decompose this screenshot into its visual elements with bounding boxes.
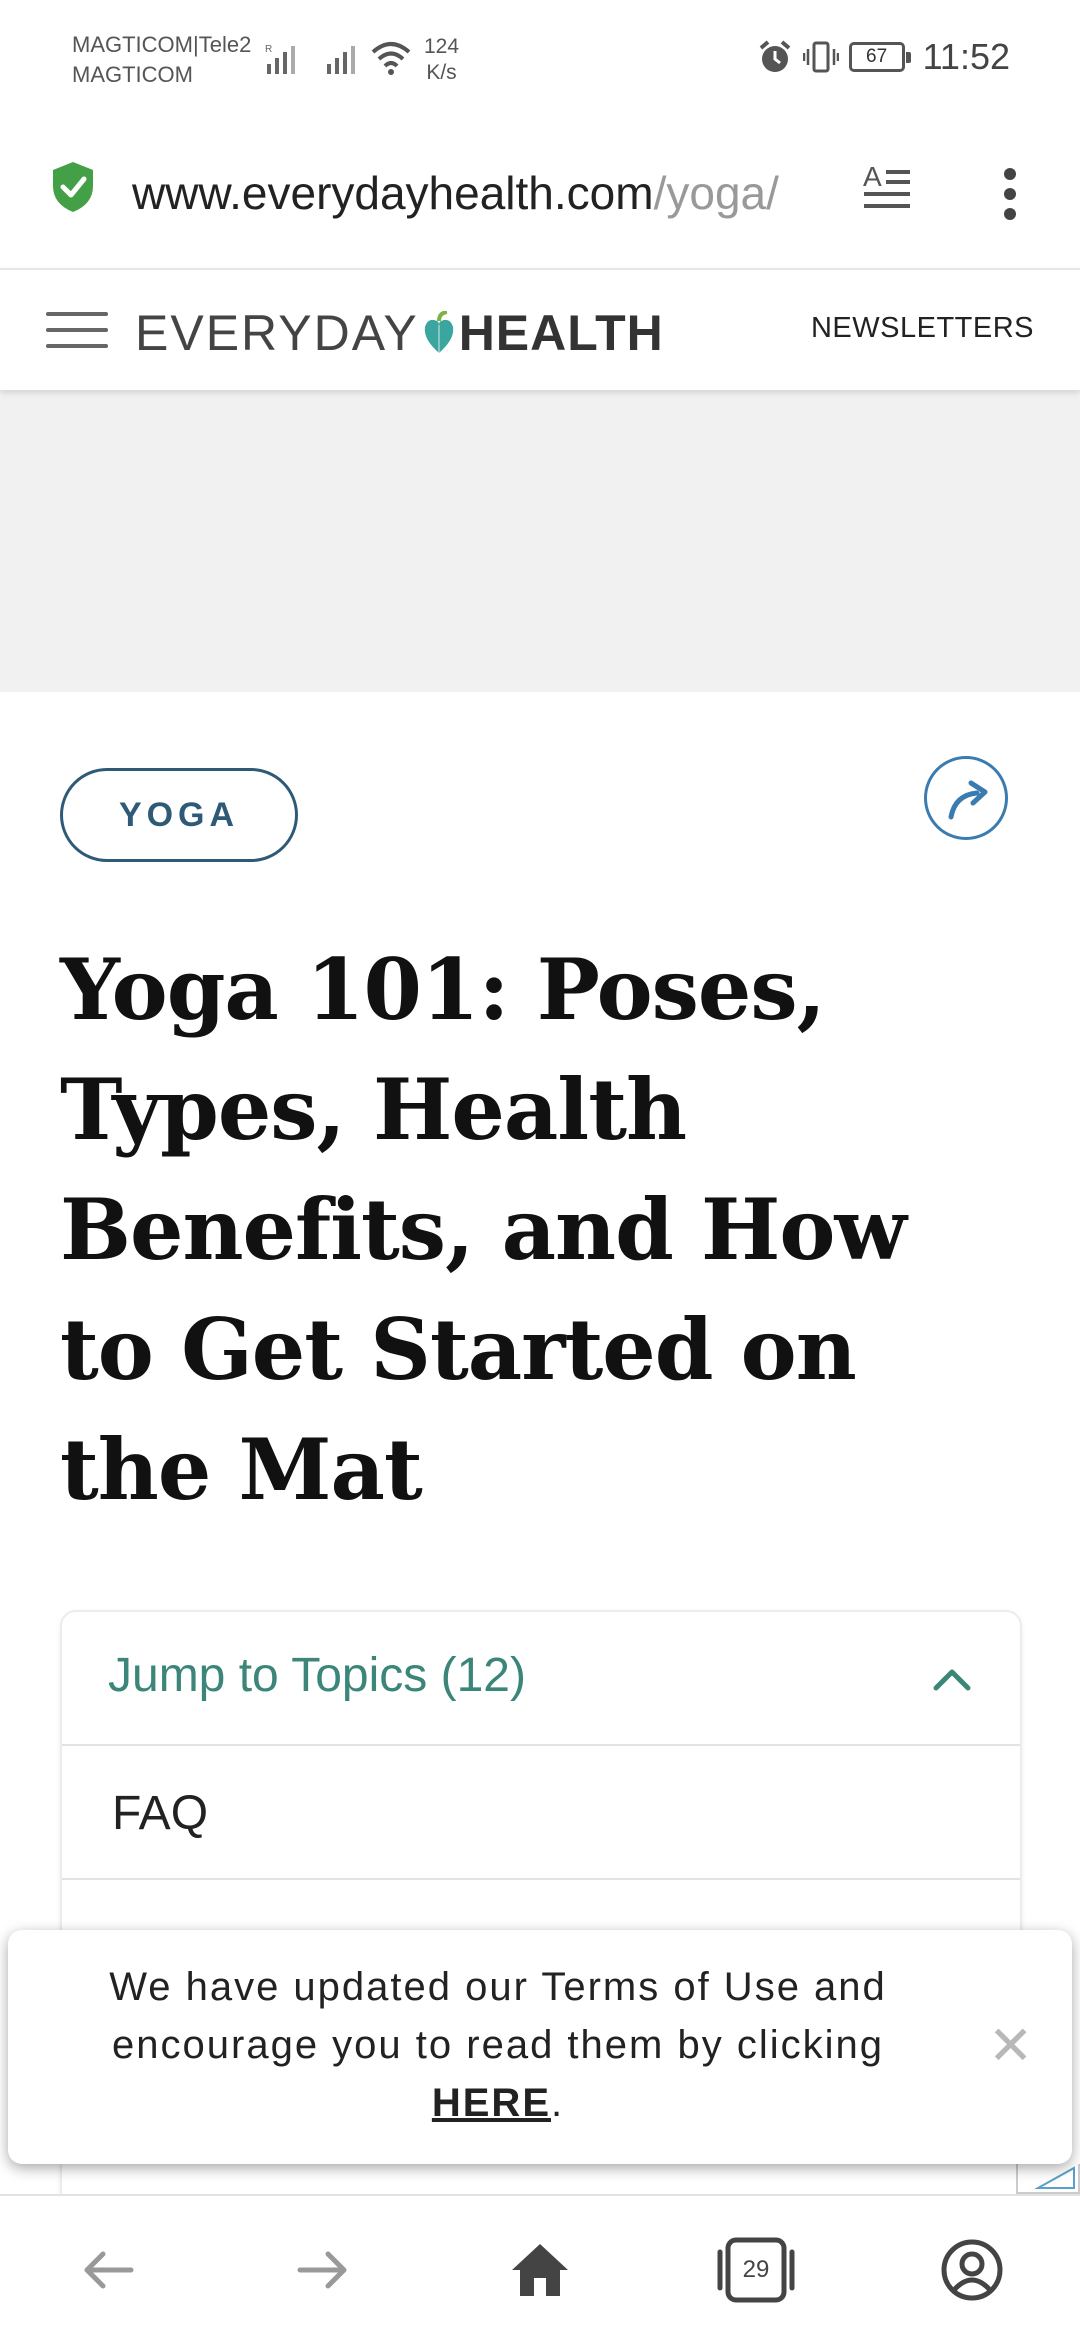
logo-text-everyday: EVERYDAY [135,305,419,361]
battery-icon: 67 [848,42,911,72]
carrier-bottom: MAGTICOM [72,62,193,87]
browser-address-bar: www.everydayhealth.com/yoga/ A [0,120,1080,270]
toc-item-faq[interactable]: FAQ [62,1746,1020,1880]
share-button[interactable] [924,756,1008,840]
status-bar: MAGTICOM|Tele2 MAGTICOM R 124 K/s 67 11:… [0,0,1080,120]
back-button[interactable] [68,2230,148,2310]
home-icon [512,2244,568,2296]
back-arrow-icon [84,2251,134,2289]
jump-to-topics-title: Jump to Topics (12) [108,1649,526,1702]
vibrate-icon [802,41,839,73]
newsletters-link[interactable]: NEWSLETTERS [811,312,1034,345]
secure-shield-icon[interactable] [50,160,96,214]
browser-menu-button[interactable] [990,160,1030,230]
ad-choices-icon[interactable] [1016,2164,1080,2194]
url-path: /yoga/ [653,167,779,219]
profile-button[interactable] [932,2230,1012,2310]
terms-of-use-banner: We have updated our Terms of Use and enc… [8,1930,1072,2164]
logo-heart-icon [424,311,453,353]
chevron-up-icon[interactable] [930,1658,974,1702]
browser-bottom-nav: 29 [0,2194,1080,2340]
forward-arrow-icon [297,2251,347,2289]
svg-text:R: R [265,44,272,55]
carrier-names: MAGTICOM|Tele2 MAGTICOM [72,30,251,90]
logo-text-health: HEALTH [458,305,664,361]
signal-icon-2 [327,46,355,74]
net-speed: 124 K/s [424,34,459,86]
jump-to-topics-header[interactable]: Jump to Topics (12) [62,1612,1020,1746]
account-icon [941,2239,1003,2301]
net-speed-unit: K/s [426,61,457,84]
article-title: Yoga 101: Poses, Types, Health Benefits,… [60,940,907,1519]
terms-message: We have updated our Terms of Use and enc… [48,1958,948,2132]
ad-placeholder [0,390,1080,692]
clock: 11:52 [922,36,1010,77]
status-right: 67 11:52 [757,36,1010,78]
tabs-count: 29 [742,2256,770,2283]
everyday-health-logo[interactable]: EVERYDAY HEALTH [135,298,664,368]
signal-icon-1: R [265,44,295,74]
terms-text: We have updated our Terms of Use and enc… [109,1965,887,2067]
terms-suffix: . [551,2081,565,2125]
url-field[interactable]: www.everydayhealth.com/yoga/ [132,158,832,228]
carrier-top: MAGTICOM|Tele2 [72,32,252,57]
hamburger-menu-icon[interactable] [46,312,108,352]
terms-here-link[interactable]: HERE [432,2081,551,2125]
category-tag-yoga[interactable]: YOGA [60,768,298,862]
share-arrow-icon [948,780,988,820]
tabs-button[interactable]: 29 [716,2230,796,2310]
alarm-icon [759,40,790,72]
reader-mode-icon[interactable]: A [860,160,914,214]
toc-item-label: FAQ [112,1787,209,1840]
net-speed-value: 124 [424,35,460,58]
site-header: EVERYDAY HEALTH NEWSLETTERS [0,268,1080,390]
url-domain: www.everydayhealth.com [132,167,654,219]
forward-button[interactable] [283,2230,363,2310]
home-button[interactable] [500,2230,580,2310]
svg-text:A: A [863,161,882,192]
close-icon[interactable]: ✕ [988,2016,1033,2076]
wifi-icon [371,42,411,75]
